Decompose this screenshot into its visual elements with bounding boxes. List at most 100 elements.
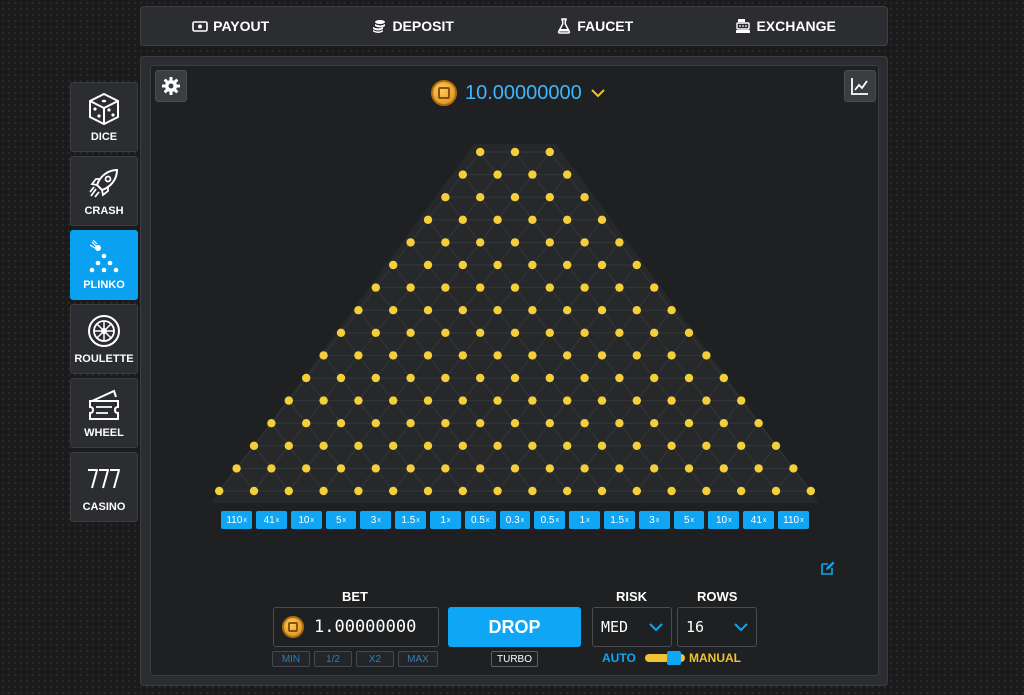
- peg: [406, 419, 415, 428]
- peg: [597, 441, 607, 450]
- peg: [615, 419, 624, 428]
- flask-icon: [558, 18, 571, 34]
- coins-icon: [373, 20, 386, 33]
- peg: [667, 396, 676, 405]
- nav-label: PAYOUT: [213, 18, 270, 34]
- peg: [302, 464, 311, 473]
- peg: [249, 441, 259, 450]
- peg: [354, 351, 363, 360]
- bet-min-button[interactable]: MIN: [272, 651, 310, 667]
- mode-toggle[interactable]: [645, 651, 685, 665]
- manual-mode-label[interactable]: MANUAL: [689, 651, 741, 665]
- roulette-icon: [88, 315, 120, 347]
- peg: [232, 464, 241, 473]
- peg: [423, 396, 433, 405]
- drop-button[interactable]: DROP: [448, 607, 581, 647]
- peg: [545, 193, 554, 202]
- peg: [563, 396, 572, 405]
- multiplier-slot: 5x: [673, 511, 705, 529]
- peg: [284, 486, 293, 496]
- peg: [650, 373, 659, 383]
- nav-payout[interactable]: PAYOUT: [192, 18, 269, 34]
- nav-label: DEPOSIT: [392, 18, 454, 34]
- mode-toggle-knob[interactable]: [667, 651, 681, 665]
- peg: [528, 351, 537, 360]
- peg: [719, 373, 728, 383]
- peg: [597, 486, 607, 496]
- risk-label: RISK: [616, 589, 648, 604]
- bet-half-button[interactable]: 1/2: [314, 651, 352, 667]
- peg: [545, 147, 554, 157]
- rows-select[interactable]: 16: [677, 607, 757, 647]
- peg: [528, 441, 537, 450]
- sidebar-item-dice[interactable]: DICE: [70, 82, 138, 152]
- peg: [406, 283, 415, 292]
- peg: [476, 283, 485, 292]
- nav-deposit[interactable]: DEPOSIT: [371, 18, 454, 34]
- sidebar-item-casino[interactable]: CASINO: [70, 452, 138, 522]
- peg: [510, 283, 520, 292]
- peg: [667, 351, 676, 360]
- peg: [354, 441, 363, 450]
- bet-max-button[interactable]: MAX: [398, 651, 438, 667]
- peg: [458, 396, 467, 405]
- peg: [493, 306, 502, 315]
- peg: [406, 464, 415, 473]
- peg: [737, 396, 746, 405]
- peg: [597, 351, 607, 360]
- peg: [302, 419, 311, 428]
- multiplier-slot: 1.5 x: [604, 511, 635, 529]
- peg: [441, 328, 450, 337]
- sidebar-item-roulette[interactable]: ROULETTE: [70, 304, 138, 374]
- peg: [771, 441, 781, 450]
- sidebar-item-wheel[interactable]: WHEEL: [70, 378, 138, 448]
- auto-mode-label[interactable]: AUTO: [602, 651, 636, 665]
- sidebar-item-plinko[interactable]: PLINKO: [70, 230, 138, 300]
- peg: [354, 396, 363, 405]
- peg: [371, 283, 380, 292]
- peg: [458, 170, 467, 179]
- turbo-button[interactable]: TURBO: [491, 651, 538, 667]
- sidebar-item-crash[interactable]: CRASH: [70, 156, 138, 226]
- game-panel: 10.00000000 110 x 41 x 10 x 5 x 3 x 1.5 x 1 x 0.5 x 0.3 x…: [140, 56, 888, 686]
- peg: [476, 464, 485, 473]
- peg: [371, 328, 380, 337]
- peg: [476, 193, 485, 202]
- multiplier-slot: 3x: [360, 511, 392, 529]
- peg: [423, 351, 433, 360]
- peg: [702, 396, 711, 405]
- peg: [458, 306, 467, 315]
- peg: [754, 464, 763, 473]
- peg: [632, 396, 641, 405]
- risk-select[interactable]: MED: [592, 607, 672, 647]
- peg: [423, 260, 433, 270]
- multiplier-slot: 0.5 x: [464, 511, 496, 529]
- peg: [389, 441, 398, 450]
- rocket-icon: [89, 168, 119, 198]
- peg: [406, 373, 415, 383]
- peg: [406, 238, 415, 247]
- nav-exchange[interactable]: EXCHANGE: [735, 18, 836, 34]
- peg: [632, 486, 641, 496]
- peg: [563, 306, 572, 315]
- peg: [493, 441, 502, 450]
- peg: [545, 328, 554, 337]
- multiplier-slot: 1.5 x: [395, 511, 426, 529]
- peg: [249, 486, 259, 496]
- peg: [684, 328, 694, 337]
- peg: [615, 238, 624, 247]
- multiplier-slot: 41 x: [743, 511, 774, 529]
- nav-faucet[interactable]: FAUCET: [556, 18, 633, 34]
- peg: [510, 193, 520, 202]
- bet-input[interactable]: 1.00000000: [273, 607, 439, 647]
- peg: [545, 373, 554, 383]
- peg: [476, 328, 485, 337]
- peg: [458, 215, 467, 224]
- peg: [493, 396, 502, 405]
- edit-icon[interactable]: [821, 561, 835, 575]
- peg: [632, 351, 641, 360]
- sidebar-item-label: WHEEL: [84, 427, 124, 439]
- multiplier-slot: 0.5 x: [534, 511, 566, 529]
- bet-double-button[interactable]: X2: [356, 651, 394, 667]
- peg: [354, 486, 363, 496]
